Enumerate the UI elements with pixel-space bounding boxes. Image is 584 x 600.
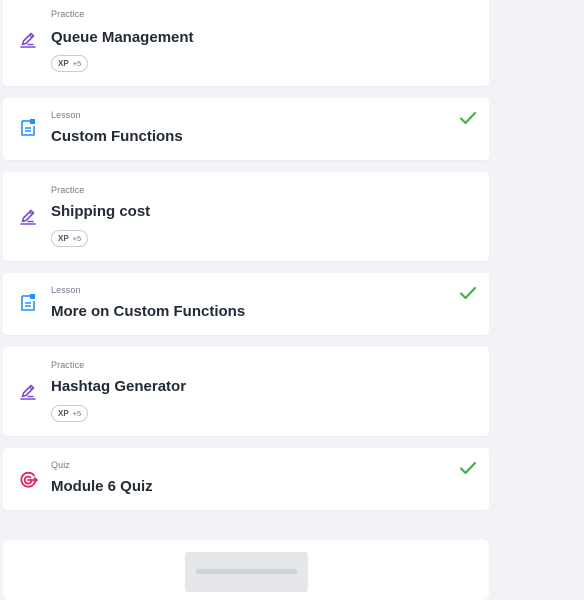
xp-value: +5 [72,234,82,243]
item-title: Custom Functions [51,128,183,145]
pencil-lines-icon [18,382,38,402]
loading-placeholder-bar [196,569,297,574]
xp-value: +5 [72,59,82,68]
lesson-document-icon [18,293,38,313]
item-title: Module 6 Quiz [51,478,153,495]
item-title: Hashtag Generator [51,378,187,395]
completed-check-icon [459,461,477,475]
xp-label: XP [58,409,69,418]
module-item-practice-queue-management[interactable]: Practice Queue Management XP +5 [3,0,489,86]
item-title: More on Custom Functions [51,303,246,320]
module-item-practice-hashtag-generator[interactable]: Practice Hashtag Generator XP +5 [3,347,489,436]
completed-check-icon [459,286,477,300]
item-kind-label: Practice [51,9,85,19]
module-item-lesson-more-on-custom-functions[interactable]: Lesson More on Custom Functions [3,273,489,335]
xp-badge: XP +5 [51,55,89,72]
module-item-practice-shipping-cost[interactable]: Practice Shipping cost XP +5 [3,172,489,261]
item-kind-label: Quiz [51,460,70,470]
xp-value: +5 [72,409,82,418]
item-kind-label: Practice [51,185,85,195]
lesson-document-icon [18,118,38,138]
next-section-card [3,540,489,600]
quiz-target-icon [18,470,38,490]
module-item-quiz-module-6[interactable]: Quiz Module 6 Quiz [3,448,489,510]
module-item-lesson-custom-functions[interactable]: Lesson Custom Functions [3,98,489,160]
item-kind-label: Practice [51,360,85,370]
pencil-lines-icon [18,30,38,50]
item-title: Shipping cost [51,203,151,220]
xp-label: XP [58,234,69,243]
item-title: Queue Management [51,29,194,46]
completed-check-icon [459,111,477,125]
xp-badge: XP +5 [51,230,89,247]
item-kind-label: Lesson [51,110,81,120]
pencil-lines-icon [18,207,38,227]
loading-placeholder [185,552,308,592]
item-kind-label: Lesson [51,285,81,295]
xp-label: XP [58,59,69,68]
xp-badge: XP +5 [51,405,89,422]
